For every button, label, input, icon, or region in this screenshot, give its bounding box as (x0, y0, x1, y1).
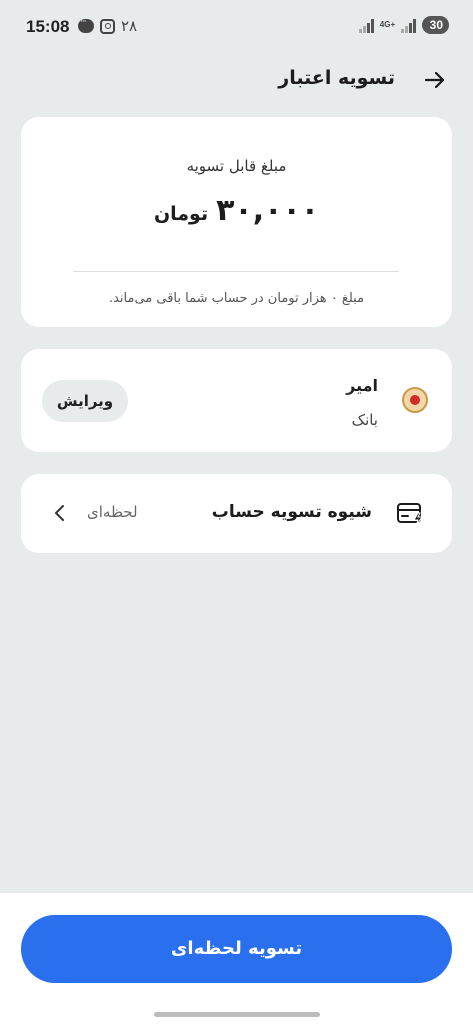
amount-label: مبلغ قابل تسویه (186, 157, 287, 175)
amount-value: ۳۰,۰۰۰ (216, 193, 320, 228)
bottom-bar: تسویه لحظه‌ای (0, 893, 473, 1024)
redaction-blur (216, 367, 351, 437)
notification-count: ۲۸ (121, 17, 138, 35)
settlement-method-value: لحظه‌ای (87, 503, 138, 521)
settlement-method-label: شیوه تسویه حساب (211, 502, 372, 522)
instant-settle-button[interactable]: تسویه لحظه‌ای (21, 915, 452, 983)
amount-card: مبلغ قابل تسویه ۳۰,۰۰۰ تومان مبلغ ۰ هزار… (21, 117, 452, 327)
bank-logo-icon (402, 387, 428, 413)
home-indicator[interactable] (154, 1012, 320, 1017)
screen: 15:08 ۲۸ 4G+ 30 تسویه اعتبار مبلغ قابل ت… (0, 0, 473, 1024)
signal-icon-2 (401, 18, 416, 33)
battery-indicator: 30 (421, 16, 449, 34)
signal-icon (359, 18, 374, 33)
arrow-right-icon[interactable] (421, 66, 449, 94)
account-card: امیر بانک ویرایش (21, 349, 452, 452)
remaining-note: مبلغ ۰ هزار تومان در حساب شما باقی می‌ما… (108, 291, 365, 306)
instagram-icon (100, 18, 115, 34)
message-icon (78, 17, 94, 33)
status-bar: 15:08 ۲۸ 4G+ 30 (0, 0, 473, 56)
status-right: 4G+ 30 (359, 16, 449, 34)
divider (73, 271, 399, 272)
status-time: 15:08 (26, 17, 70, 36)
notification-icons: ۲۸ (78, 17, 137, 35)
amount-unit: تومان (153, 203, 209, 225)
edit-button[interactable]: ویرایش (42, 380, 128, 422)
network-label: 4G+ (379, 20, 396, 29)
app-header: تسویه اعتبار (0, 62, 473, 98)
settlement-method-row[interactable]: شیوه تسویه حساب لحظه‌ای (21, 474, 452, 553)
amount-row: ۳۰,۰۰۰ تومان (21, 193, 452, 228)
bank-name: بانک (351, 411, 378, 429)
chevron-left-icon (55, 505, 64, 521)
page-title: تسویه اعتبار (278, 67, 395, 89)
instant-payment-icon (397, 503, 423, 527)
